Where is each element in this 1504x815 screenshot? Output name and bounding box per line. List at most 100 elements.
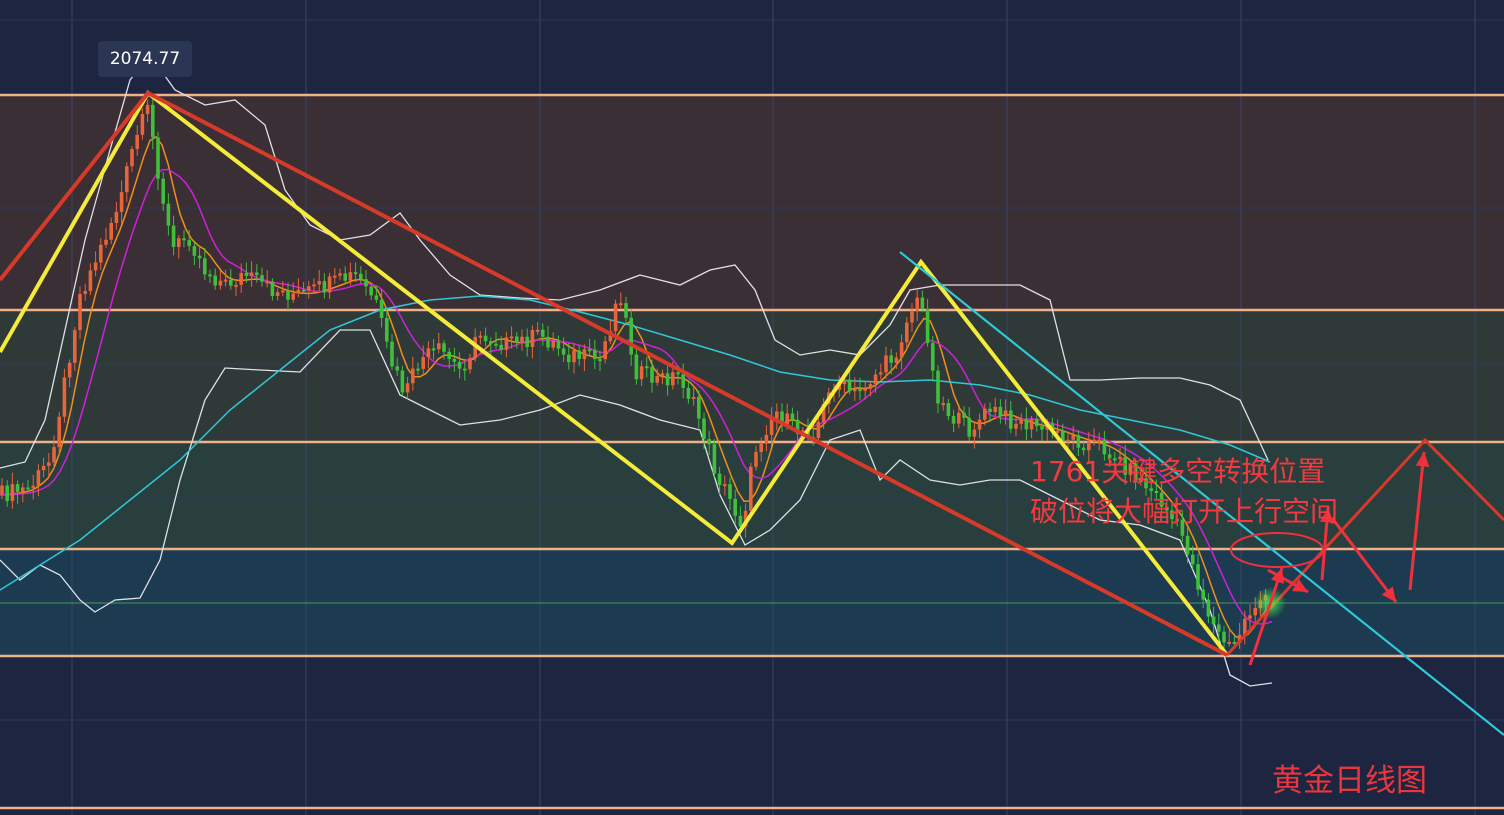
candle-body	[660, 373, 665, 377]
candle-body	[717, 473, 722, 486]
candle-body	[520, 336, 524, 343]
candle-body	[567, 354, 571, 363]
candle-body	[858, 389, 862, 392]
candle-body	[151, 104, 155, 138]
candle-body	[395, 366, 399, 371]
candle-body	[551, 340, 555, 348]
candle-body	[847, 379, 852, 392]
candle-body	[983, 408, 987, 420]
candle-body	[36, 470, 41, 486]
candle-body	[738, 515, 743, 527]
candle-body	[665, 373, 670, 386]
candle-body	[1003, 410, 1008, 417]
candle-body	[5, 485, 9, 501]
candle-body	[177, 238, 181, 248]
candle-body	[639, 366, 644, 380]
chart-title: 黄金日线图	[1272, 763, 1427, 799]
candle-body	[125, 166, 129, 193]
candle-body	[1009, 410, 1013, 429]
candle-body	[671, 372, 675, 386]
candle-body	[1206, 599, 1211, 617]
candle-body	[1024, 419, 1029, 430]
candle-body	[47, 462, 51, 466]
candle-body	[31, 485, 35, 488]
candle-body	[15, 484, 20, 492]
candle-body	[1040, 426, 1044, 430]
candle-body	[57, 416, 61, 448]
candle-body	[21, 487, 25, 492]
candle-body	[244, 272, 249, 277]
candle-body	[307, 286, 311, 291]
candle-body	[988, 408, 992, 412]
candle-body	[749, 466, 753, 511]
candle-body	[816, 421, 821, 439]
candle-body	[899, 342, 904, 358]
candle-body	[119, 192, 124, 212]
candle-body	[530, 329, 535, 348]
candle-body	[468, 358, 472, 370]
candle-body	[598, 359, 602, 362]
candle-body	[478, 335, 483, 338]
candle-body	[26, 487, 30, 490]
candle-body	[364, 279, 368, 287]
candle-body	[135, 134, 139, 149]
candle-body	[140, 113, 145, 135]
candle-body	[187, 240, 191, 247]
candle-body	[213, 275, 217, 286]
candle-body	[785, 413, 789, 425]
candle-body	[1185, 535, 1190, 555]
candle-body	[67, 362, 72, 378]
candle-body	[577, 350, 581, 360]
candle-body	[993, 406, 997, 412]
candle-body	[925, 309, 930, 344]
gold-daily-chart: 2074.77 1761关键多空转换位置 破位将大幅打开上行空间 黄金日线图	[0, 0, 1504, 815]
candle-body	[145, 104, 150, 114]
candle-body	[676, 372, 680, 375]
candle-body	[977, 419, 982, 430]
candle-body	[1055, 430, 1060, 433]
candle-body	[83, 290, 87, 294]
candle-body	[73, 330, 77, 363]
candle-body	[411, 368, 415, 384]
candle-body	[447, 351, 451, 359]
peak-price-label: 2074.77	[98, 41, 192, 77]
candle-body	[936, 370, 940, 404]
candle-body	[426, 348, 431, 358]
candle-body	[1097, 439, 1101, 442]
candle-body	[515, 336, 519, 343]
candle-body	[255, 272, 259, 276]
candle-body	[421, 357, 425, 369]
candle-body	[192, 246, 197, 256]
candle-body	[998, 406, 1003, 417]
candle-body	[754, 452, 758, 467]
candle-body	[1222, 631, 1226, 643]
candle-body	[593, 349, 597, 360]
candle-body	[270, 281, 275, 297]
candle-body	[905, 322, 909, 343]
price-zone-2	[0, 310, 1504, 442]
candle-body	[281, 290, 285, 293]
candle-body	[681, 374, 685, 388]
candle-body	[385, 317, 389, 342]
candle-body	[572, 350, 576, 363]
candle-body	[99, 244, 103, 263]
candle-body	[941, 403, 945, 406]
candle-body	[166, 203, 171, 226]
candle-body	[1196, 564, 1200, 590]
candle-body	[915, 297, 919, 311]
candle-body	[437, 343, 441, 350]
candle-body	[853, 389, 857, 392]
candle-body	[775, 411, 779, 419]
candle-body	[1014, 423, 1018, 429]
candle-body	[910, 310, 914, 323]
candle-body	[634, 354, 639, 380]
candle-body	[1248, 615, 1252, 619]
candle-body	[691, 396, 696, 399]
candle-body	[972, 429, 977, 437]
annotation-line-2: 破位将大幅打开上行空间	[1030, 495, 1339, 528]
candle-body	[1217, 624, 1221, 632]
candle-body	[894, 357, 899, 363]
candle-body	[494, 343, 498, 346]
candle-body	[343, 273, 347, 281]
candle-body	[1191, 554, 1195, 565]
